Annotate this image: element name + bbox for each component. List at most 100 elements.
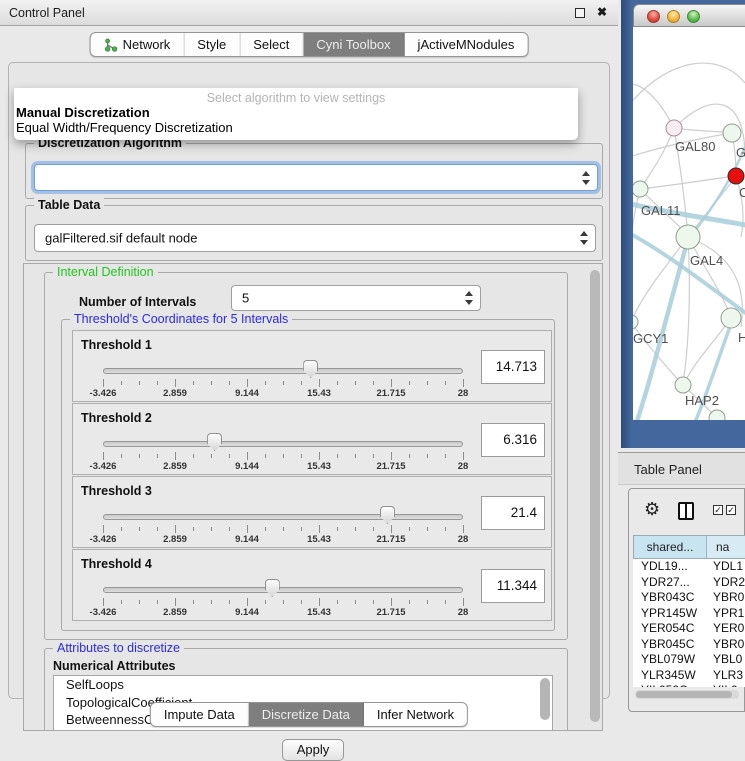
cell-shared-name: YER054C bbox=[641, 621, 694, 637]
tick-mark bbox=[445, 600, 446, 604]
threshold-value-field[interactable]: 11.344 bbox=[481, 569, 545, 603]
node-label: G bbox=[736, 145, 745, 160]
network-canvas[interactable]: GAL80GCGAL11GAL4GCY1HHAP2 bbox=[633, 27, 745, 420]
tick-mark bbox=[337, 600, 338, 604]
network-edge[interactable] bbox=[685, 318, 731, 382]
tab-discretize-data[interactable]: Discretize Data bbox=[249, 703, 364, 726]
algorithm-combobox[interactable] bbox=[34, 164, 598, 191]
cell-name: YLR3 bbox=[713, 668, 743, 684]
tick-mark bbox=[337, 454, 338, 458]
checkbox-icon[interactable]: ✓ bbox=[713, 505, 723, 515]
network-node-green[interactable] bbox=[676, 225, 700, 249]
zoom-window-icon[interactable] bbox=[687, 10, 700, 23]
apply-button[interactable]: Apply bbox=[282, 739, 344, 761]
table-row[interactable]: YBR045CYBR0 bbox=[633, 637, 745, 653]
network-canvas-svg: GAL80GCGAL11GAL4GCY1HHAP2 bbox=[633, 27, 745, 420]
network-edge[interactable] bbox=[640, 176, 735, 189]
horizontal-scrollbar[interactable] bbox=[635, 690, 739, 699]
attributes-list-scrollbar[interactable] bbox=[540, 678, 550, 720]
slider-track[interactable] bbox=[103, 587, 463, 593]
tab-infer-network[interactable]: Infer Network bbox=[364, 703, 467, 726]
slider-handle[interactable] bbox=[303, 360, 318, 378]
popup-option-manual-discretization[interactable]: Manual Discretization bbox=[16, 105, 150, 120]
tick-mark bbox=[463, 379, 464, 387]
table-row[interactable]: YER054C YER0 bbox=[633, 621, 745, 637]
tick-mark bbox=[301, 381, 302, 385]
tick-mark bbox=[319, 452, 320, 460]
network-node-green[interactable] bbox=[633, 315, 638, 329]
table-row[interactable]: YBR043CYBR0 bbox=[633, 590, 745, 606]
minimize-window-icon[interactable] bbox=[667, 10, 680, 23]
tick-mark bbox=[409, 527, 410, 531]
slider-tick-labels: -3.4262.8599.14415.4321.71528 bbox=[103, 607, 464, 619]
network-node-green[interactable] bbox=[633, 181, 648, 197]
tick-label: 9.144 bbox=[235, 388, 259, 399]
network-edge[interactable] bbox=[633, 84, 674, 128]
table-row[interactable]: YBL079WYBL0 bbox=[633, 652, 745, 668]
tick-label: -3.426 bbox=[90, 607, 117, 618]
tick-mark bbox=[247, 379, 248, 387]
tick-label: 21.715 bbox=[376, 534, 405, 545]
network-node-pink[interactable] bbox=[666, 120, 682, 136]
slider-handle[interactable] bbox=[207, 433, 222, 451]
table-row[interactable]: YDL19...YDL1 bbox=[633, 559, 745, 575]
tick-mark bbox=[301, 454, 302, 458]
table-row[interactable]: YDR27...YDR2 bbox=[633, 575, 745, 591]
checkbox-icon[interactable]: ✓ bbox=[726, 505, 736, 515]
tab-jactivemnodules[interactable]: jActiveMNodules bbox=[405, 33, 528, 56]
table-data-combobox[interactable]: galFiltered.sif default node bbox=[34, 224, 596, 252]
tick-mark bbox=[139, 381, 140, 385]
number-of-intervals-combobox[interactable]: 5 bbox=[231, 285, 481, 311]
float-panel-icon[interactable] bbox=[575, 8, 585, 18]
network-edge[interactable] bbox=[633, 189, 640, 322]
column-header-name[interactable]: na bbox=[707, 536, 745, 558]
node-label: GAL11 bbox=[641, 203, 681, 218]
table-row[interactable]: YPR145WYPR1 bbox=[633, 606, 745, 622]
slider-track[interactable] bbox=[103, 514, 463, 520]
table-row[interactable]: YLR345WYLR3 bbox=[633, 668, 745, 684]
slider-track[interactable] bbox=[103, 441, 463, 447]
columns-icon[interactable] bbox=[678, 502, 694, 520]
network-node-red[interactable] bbox=[728, 168, 744, 184]
cell-name: YIL0 bbox=[713, 683, 738, 687]
threshold-value-field[interactable]: 6.316 bbox=[481, 423, 545, 457]
vertical-scrollbar[interactable] bbox=[590, 270, 600, 722]
slider-track[interactable] bbox=[103, 368, 463, 374]
threshold-value-field[interactable]: 14.713 bbox=[481, 350, 545, 384]
close-panel-icon[interactable]: ✖ bbox=[597, 5, 607, 19]
tick-mark bbox=[265, 454, 266, 458]
close-window-icon[interactable] bbox=[647, 10, 660, 23]
cell-name: YER0 bbox=[713, 621, 744, 637]
tick-mark bbox=[463, 452, 464, 460]
tick-mark bbox=[265, 381, 266, 385]
tick-mark bbox=[319, 598, 320, 606]
gear-icon[interactable]: ⚙ bbox=[644, 499, 660, 520]
network-node-green[interactable] bbox=[721, 308, 741, 328]
tick-mark bbox=[445, 454, 446, 458]
tick-label: 28 bbox=[458, 607, 469, 618]
column-header-shared-name[interactable]: shared... bbox=[634, 536, 707, 558]
attribute-list-item[interactable]: SelfLoops bbox=[54, 676, 552, 694]
tab-cyni-toolbox[interactable]: Cyni Toolbox bbox=[303, 33, 404, 56]
hscroll-thumb[interactable] bbox=[636, 691, 732, 698]
table-data-title: Table Data bbox=[34, 198, 104, 212]
tab-network[interactable]: Network bbox=[91, 33, 185, 56]
cell-shared-name: YBR043C bbox=[641, 590, 694, 606]
threshold-value-field[interactable]: 21.4 bbox=[481, 496, 545, 530]
tab-style[interactable]: Style bbox=[184, 33, 240, 56]
network-node-green[interactable] bbox=[675, 377, 691, 393]
tab-impute-data[interactable]: Impute Data bbox=[151, 703, 249, 726]
tick-mark bbox=[319, 525, 320, 533]
popup-hint: Select algorithm to view settings bbox=[14, 91, 578, 105]
tick-mark bbox=[355, 454, 356, 458]
tab-select[interactable]: Select bbox=[240, 33, 303, 56]
network-edge[interactable] bbox=[640, 128, 674, 189]
slider-handle[interactable] bbox=[265, 579, 280, 597]
network-node-green[interactable] bbox=[723, 124, 741, 142]
slider-handle[interactable] bbox=[380, 506, 395, 524]
network-icon bbox=[104, 38, 118, 52]
popup-option-equal-width-frequency[interactable]: Equal Width/Frequency Discretization bbox=[16, 120, 233, 135]
table-row[interactable]: YIL052C YIL0 bbox=[633, 683, 745, 687]
network-edge[interactable] bbox=[633, 63, 745, 105]
cell-shared-name: YIL052C bbox=[641, 683, 688, 687]
